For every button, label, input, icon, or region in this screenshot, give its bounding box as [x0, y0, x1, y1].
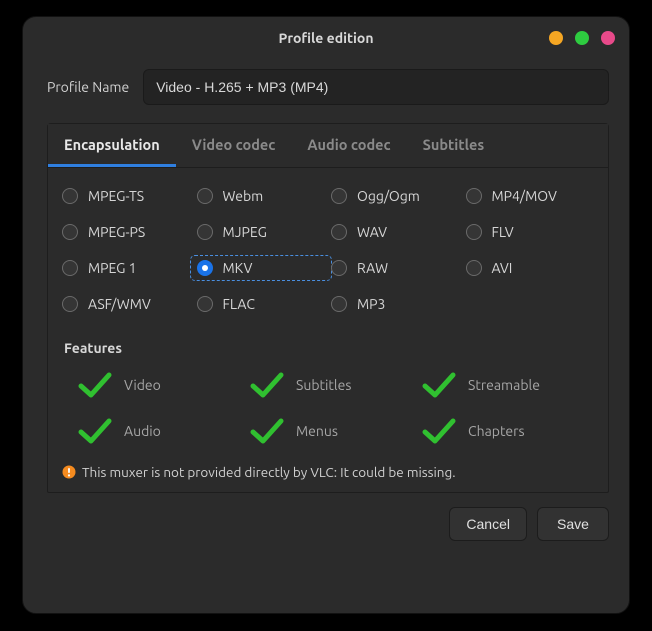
- radio-flac[interactable]: FLAC: [197, 296, 326, 312]
- radio-label: MPEG 1: [88, 260, 137, 276]
- titlebar: Profile edition: [23, 17, 629, 59]
- feature-audio: Audio: [78, 416, 250, 446]
- save-button[interactable]: Save: [537, 507, 609, 541]
- radio-label: WAV: [357, 224, 387, 240]
- feature-label: Subtitles: [296, 377, 351, 393]
- check-icon: [422, 370, 456, 400]
- window-controls: [549, 17, 615, 59]
- check-icon: [250, 416, 284, 446]
- check-icon: [78, 370, 112, 400]
- radio-mpeg-ps[interactable]: MPEG-PS: [62, 224, 191, 240]
- radio-dot-icon: [62, 296, 78, 312]
- radio-label: MPEG-TS: [88, 188, 144, 204]
- radio-mpeg1[interactable]: MPEG 1: [62, 260, 191, 276]
- maximize-button[interactable]: [575, 31, 589, 45]
- format-radio-group: MPEG-TS Webm Ogg/Ogm MP4/MOV MPEG-PS MJP…: [62, 188, 594, 312]
- tabs-container: Encapsulation Video codec Audio codec Su…: [47, 123, 609, 493]
- tab-encapsulation[interactable]: Encapsulation: [48, 124, 176, 167]
- muxer-warning: This muxer is not provided directly by V…: [62, 464, 594, 480]
- check-icon: [78, 416, 112, 446]
- radio-wav[interactable]: WAV: [331, 224, 460, 240]
- window-title: Profile edition: [278, 30, 373, 46]
- features-grid: Video Subtitles Streamable Audio: [78, 370, 594, 446]
- profile-name-label: Profile Name: [47, 79, 129, 95]
- features-heading: Features: [64, 340, 594, 356]
- radio-webm[interactable]: Webm: [197, 188, 326, 204]
- radio-label: FLV: [492, 224, 514, 240]
- tab-subtitles[interactable]: Subtitles: [407, 124, 501, 167]
- radio-label: MKV: [223, 260, 253, 276]
- cancel-button[interactable]: Cancel: [449, 507, 527, 541]
- warning-icon: [62, 465, 76, 479]
- radio-raw[interactable]: RAW: [331, 260, 460, 276]
- radio-dot-icon: [197, 188, 213, 204]
- feature-menus: Menus: [250, 416, 422, 446]
- tab-video-codec[interactable]: Video codec: [176, 124, 292, 167]
- radio-dot-icon: [62, 260, 78, 276]
- radio-dot-icon: [62, 224, 78, 240]
- radio-dot-icon: [197, 296, 213, 312]
- radio-label: RAW: [357, 260, 388, 276]
- radio-dot-icon: [331, 224, 347, 240]
- radio-dot-icon: [331, 296, 347, 312]
- radio-mp3[interactable]: MP3: [331, 296, 460, 312]
- radio-label: MPEG-PS: [88, 224, 145, 240]
- check-icon: [422, 416, 456, 446]
- encapsulation-panel: MPEG-TS Webm Ogg/Ogm MP4/MOV MPEG-PS MJP…: [48, 168, 608, 492]
- feature-subtitles: Subtitles: [250, 370, 422, 400]
- radio-mpeg-ts[interactable]: MPEG-TS: [62, 188, 191, 204]
- radio-dot-icon: [62, 188, 78, 204]
- profile-name-row: Profile Name: [47, 69, 609, 105]
- radio-label: MP4/MOV: [492, 188, 557, 204]
- radio-asf[interactable]: ASF/WMV: [62, 296, 191, 312]
- feature-label: Video: [124, 377, 161, 393]
- profile-name-input[interactable]: [143, 69, 609, 105]
- radio-dot-icon: [197, 224, 213, 240]
- warning-text: This muxer is not provided directly by V…: [82, 464, 456, 480]
- radio-label: FLAC: [223, 296, 255, 312]
- radio-label: Ogg/Ogm: [357, 188, 420, 204]
- feature-label: Streamable: [468, 377, 540, 393]
- dialog-buttons: Cancel Save: [47, 507, 609, 541]
- feature-video: Video: [78, 370, 250, 400]
- tabs: Encapsulation Video codec Audio codec Su…: [48, 124, 608, 168]
- profile-edition-dialog: Profile edition Profile Name Encapsulati…: [22, 16, 630, 614]
- radio-mp4[interactable]: MP4/MOV: [466, 188, 595, 204]
- radio-label: MP3: [357, 296, 385, 312]
- radio-dot-icon: [331, 260, 347, 276]
- radio-mjpeg[interactable]: MJPEG: [197, 224, 326, 240]
- radio-dot-icon: [466, 188, 482, 204]
- tab-audio-codec[interactable]: Audio codec: [291, 124, 406, 167]
- radio-dot-icon: [466, 224, 482, 240]
- feature-label: Menus: [296, 423, 338, 439]
- check-icon: [250, 370, 284, 400]
- radio-avi[interactable]: AVI: [466, 260, 595, 276]
- feature-chapters: Chapters: [422, 416, 594, 446]
- feature-streamable: Streamable: [422, 370, 594, 400]
- radio-dot-icon: [197, 260, 213, 276]
- radio-label: AVI: [492, 260, 513, 276]
- radio-mkv[interactable]: MKV: [193, 258, 330, 278]
- radio-dot-icon: [331, 188, 347, 204]
- radio-label: ASF/WMV: [88, 296, 151, 312]
- radio-label: MJPEG: [223, 224, 267, 240]
- feature-label: Chapters: [468, 423, 525, 439]
- minimize-button[interactable]: [549, 31, 563, 45]
- radio-label: Webm: [223, 188, 264, 204]
- feature-label: Audio: [124, 423, 161, 439]
- close-button[interactable]: [601, 31, 615, 45]
- radio-flv[interactable]: FLV: [466, 224, 595, 240]
- radio-dot-icon: [466, 260, 482, 276]
- radio-ogg[interactable]: Ogg/Ogm: [331, 188, 460, 204]
